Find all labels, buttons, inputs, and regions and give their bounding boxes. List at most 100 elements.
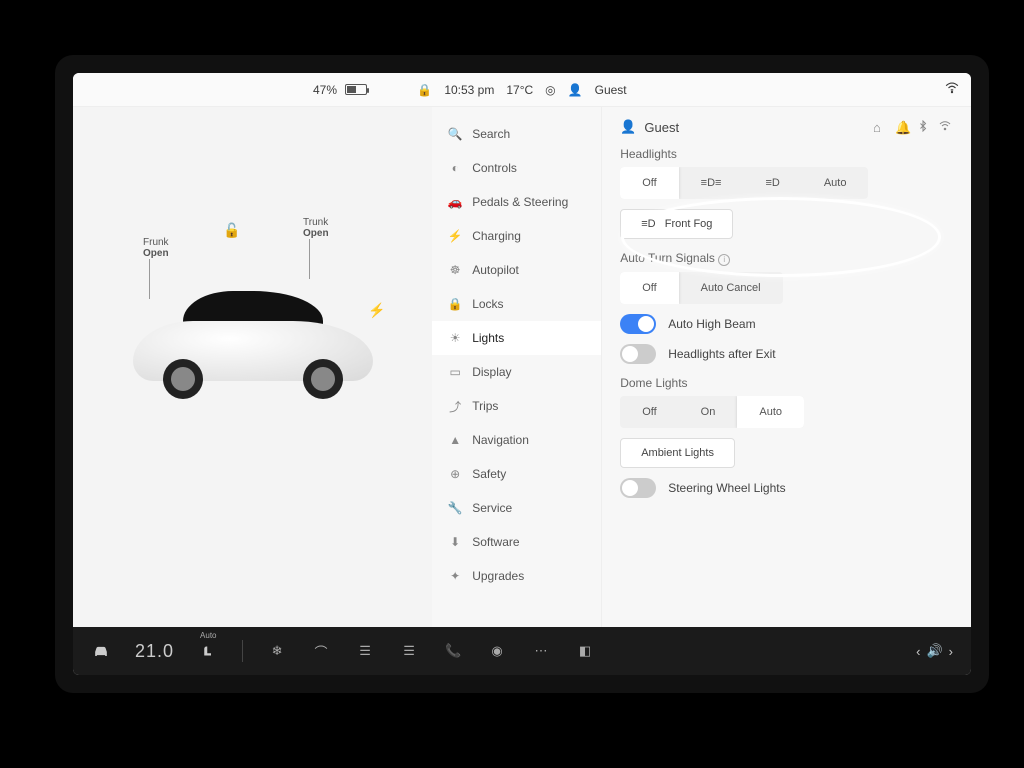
vehicle-visualization-pane: Frunk Open Trunk Open 🔓 ⚡ — [73, 107, 432, 627]
airbag-icon: ◎ — [545, 83, 555, 97]
controls-icon: ◐ — [448, 161, 462, 175]
charging-icon: ⚡ — [448, 229, 462, 243]
volume-control[interactable]: ‹ 🔊 › — [916, 643, 953, 659]
headlights-parking[interactable]: ≡D≡ — [679, 167, 744, 199]
content-area: Frunk Open Trunk Open 🔓 ⚡ 🔍Search — [73, 107, 971, 627]
fog-icon: ≡D — [641, 218, 655, 230]
frunk-label: Frunk — [143, 237, 169, 248]
panel-header: 👤 Guest ⌂ 🔔 — [620, 119, 953, 135]
screen: 47% 🔒 10:53 pm 17°C ◎ 👤 Guest Frunk Open — [73, 73, 971, 675]
headlights-auto[interactable]: Auto — [802, 167, 869, 199]
sidebar-item-software[interactable]: ⬇Software — [432, 525, 601, 559]
volume-down-icon[interactable]: ‹ — [916, 644, 920, 659]
dome-auto[interactable]: Auto — [737, 396, 804, 428]
unlock-icon: 🔓 — [223, 222, 240, 239]
dome-label: Dome Lights — [620, 376, 953, 390]
lock-icon[interactable]: 🔒 — [417, 83, 432, 97]
defrost-front-icon[interactable]: ❄ — [267, 641, 287, 661]
clock: 10:53 pm — [444, 83, 494, 97]
dome-off[interactable]: Off — [620, 396, 678, 428]
camera-icon[interactable]: ◉ — [487, 641, 507, 661]
sidebar-item-locks[interactable]: 🔒Locks — [432, 287, 601, 321]
dome-on[interactable]: On — [679, 396, 738, 428]
auto-high-beam-label: Auto High Beam — [668, 317, 755, 331]
headlights-after-exit-label: Headlights after Exit — [668, 347, 775, 361]
sidebar-item-pedals[interactable]: 🚗Pedals & Steering — [432, 185, 601, 219]
steering-wheel-lights-toggle[interactable] — [620, 478, 656, 498]
navigation-icon: ▲ — [448, 433, 462, 447]
sidebar-item-lights[interactable]: ☀Lights — [432, 321, 601, 355]
display-icon: ▭ — [448, 365, 462, 379]
auto-high-beam-toggle[interactable] — [620, 314, 656, 334]
steering-wheel-lights-label: Steering Wheel Lights — [668, 481, 785, 495]
headlights-after-exit-toggle[interactable] — [620, 344, 656, 364]
info-icon[interactable]: i — [718, 254, 730, 266]
battery-icon — [345, 84, 367, 95]
bluetooth-icon[interactable] — [917, 120, 931, 134]
fan-icon[interactable]: ☰ — [399, 641, 419, 661]
more-icon[interactable]: ⋯ — [531, 641, 551, 661]
trunk-callout[interactable]: Trunk Open — [303, 217, 329, 279]
defrost-rear-icon[interactable]: ☰ — [355, 641, 375, 661]
car-icon[interactable] — [91, 641, 111, 661]
volume-icon[interactable]: 🔊 — [926, 643, 942, 659]
auto-signals-auto-cancel[interactable]: Auto Cancel — [679, 272, 783, 304]
panel-profile-name[interactable]: Guest — [644, 120, 679, 135]
wifi-icon[interactable] — [945, 81, 959, 98]
auto-signals-off[interactable]: Off — [620, 272, 678, 304]
headlights-after-exit-row: Headlights after Exit — [620, 344, 953, 364]
auto-signals-segment: Off Auto Cancel — [620, 272, 782, 304]
trips-icon: ⤴ — [448, 399, 462, 413]
sidebar-item-display[interactable]: ▭Display — [432, 355, 601, 389]
frunk-state: Open — [143, 248, 169, 259]
software-icon: ⬇ — [448, 535, 462, 549]
vehicle-render — [123, 271, 383, 411]
lights-icon: ☀ — [448, 331, 462, 345]
wiper-icon[interactable]: ⌒ — [311, 641, 331, 661]
auto-high-beam-row: Auto High Beam — [620, 314, 953, 334]
sidebar-item-autopilot[interactable]: ☸Autopilot — [432, 253, 601, 287]
battery-percent: 47% — [313, 83, 337, 97]
headlights-off[interactable]: Off — [620, 167, 678, 199]
sidebar-item-service[interactable]: 🔧Service — [432, 491, 601, 525]
sidebar-item-safety[interactable]: ⊕Safety — [432, 457, 601, 491]
ambient-lights-button[interactable]: Ambient Lights — [620, 438, 735, 468]
auto-signals-label: Auto Turn Signals i — [620, 251, 953, 266]
trunk-state: Open — [303, 228, 329, 239]
settings-sidebar: 🔍Search ◐Controls 🚗Pedals & Steering ⚡Ch… — [432, 107, 602, 627]
phone-icon[interactable]: 📞 — [443, 641, 463, 661]
sentry-icon[interactable]: ⌂ — [873, 120, 887, 134]
dome-segment: Off On Auto — [620, 396, 804, 428]
profile-icon[interactable]: 👤 — [620, 119, 636, 135]
service-icon: 🔧 — [448, 501, 462, 515]
dock-divider — [242, 640, 243, 662]
volume-up-icon[interactable]: › — [949, 644, 953, 659]
profile-name[interactable]: Guest — [595, 83, 627, 97]
sidebar-item-navigation[interactable]: ▲Navigation — [432, 423, 601, 457]
trunk-label: Trunk — [303, 217, 329, 228]
headlights-on[interactable]: ≡D — [743, 167, 801, 199]
search-icon: 🔍 — [448, 127, 462, 141]
settings-pane: 🔍Search ◐Controls 🚗Pedals & Steering ⚡Ch… — [432, 107, 971, 627]
pedals-icon: 🚗 — [448, 195, 462, 209]
profile-icon[interactable]: 👤 — [568, 83, 583, 97]
apps-icon[interactable]: ◧ — [575, 641, 595, 661]
cabin-temp[interactable]: 21.0 — [135, 641, 174, 662]
sidebar-item-upgrades[interactable]: ✦Upgrades — [432, 559, 601, 593]
notifications-icon[interactable]: 🔔 — [895, 120, 909, 134]
sidebar-item-controls[interactable]: ◐Controls — [432, 151, 601, 185]
sidebar-item-search[interactable]: 🔍Search — [432, 117, 601, 151]
sidebar-item-trips[interactable]: ⤴Trips — [432, 389, 601, 423]
wifi-icon[interactable] — [939, 120, 953, 134]
screen-bezel: 47% 🔒 10:53 pm 17°C ◎ 👤 Guest Frunk Open — [55, 55, 989, 693]
autopilot-icon: ☸ — [448, 263, 462, 277]
seat-heater-icon[interactable]: Auto — [198, 641, 218, 661]
upgrades-icon: ✦ — [448, 569, 462, 583]
headlights-segment: Off ≡D≡ ≡D Auto — [620, 167, 868, 199]
outside-temp: 17°C — [506, 83, 533, 97]
safety-icon: ⊕ — [448, 467, 462, 481]
steering-wheel-lights-row: Steering Wheel Lights — [620, 478, 953, 498]
sidebar-item-charging[interactable]: ⚡Charging — [432, 219, 601, 253]
front-fog-button[interactable]: ≡D Front Fog — [620, 209, 733, 239]
headlights-label: Headlights — [620, 147, 953, 161]
